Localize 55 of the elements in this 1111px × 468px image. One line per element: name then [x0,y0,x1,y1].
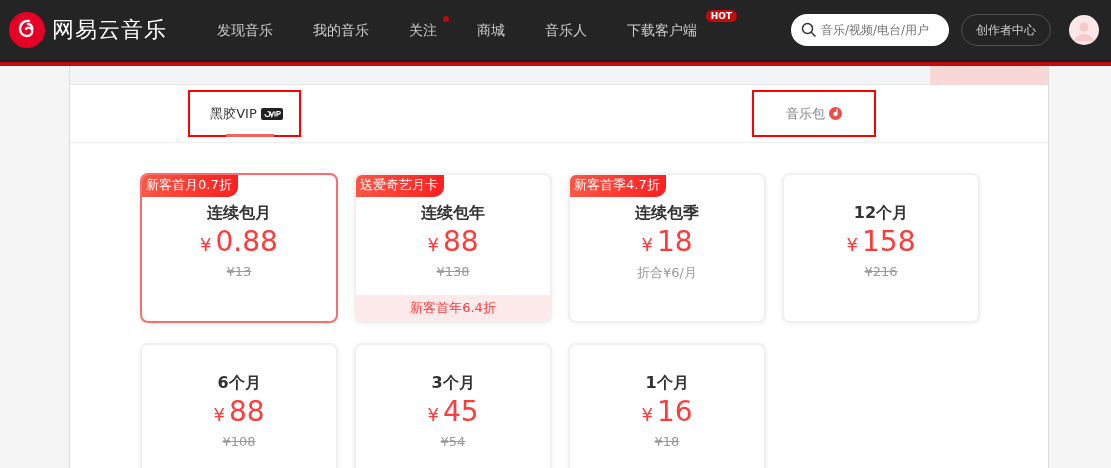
original-price: ¥13 [226,264,252,279]
original-price: ¥108 [222,434,256,449]
original-price: ¥18 [654,434,680,449]
currency-symbol: ¥ [427,404,439,425]
search-field[interactable]: 音乐/视频/电台/用户 [791,14,949,46]
disc-icon [828,107,842,120]
price-value: 88 [228,395,265,428]
brand-name[interactable]: 网易云音乐 [52,15,167,45]
currency-symbol: ¥ [846,234,858,255]
nav-link[interactable]: 音乐人 [539,22,593,40]
currency-symbol: ¥ [200,234,212,255]
monthly-price: 折合¥6/月 [637,264,697,282]
nav-link[interactable]: 下载客户端 [621,22,703,40]
plan-card[interactable]: 新客首季4.7折 连续包季 ¥18 折合¥6/月 [568,173,766,323]
original-price: ¥138 [436,264,470,279]
plan-title: 12个月 [853,203,909,224]
currency-symbol: ¥ [641,234,653,255]
plan-card[interactable]: 送爱奇艺月卡 连续包年 ¥88 ¥138 新客首年6.4折 [354,173,552,323]
tab[interactable]: 音乐包 [751,90,876,137]
plan-title: 6个月 [217,373,261,394]
currency-symbol: ¥ [427,234,439,255]
currency-symbol: ¥ [213,404,225,425]
hot-badge: HOT [705,10,737,22]
original-price: ¥216 [864,264,898,279]
price-value: 45 [442,395,479,428]
plan-title: 连续包月 [207,203,271,224]
avatar-icon[interactable] [1069,15,1099,45]
price-value: 18 [656,225,693,258]
promo-tag: 送爱奇艺月卡 [356,175,444,197]
nav-link[interactable]: 发现音乐 [211,22,279,40]
plan-title: 连续包年 [421,203,485,224]
price-value: 16 [656,395,693,428]
tab[interactable]: 黑胶VIP [188,90,301,137]
plan-card[interactable]: 6个月 ¥88 ¥108 [140,343,338,468]
price-value: 88 [442,225,479,258]
nav-link[interactable]: 商城 [471,22,511,40]
plan-card[interactable]: 新客首月0.7折 连续包月 ¥0.88 ¥13 [140,173,338,323]
nav-link[interactable]: 关注 [403,22,443,40]
original-price: ¥54 [440,434,466,449]
plan-title: 3个月 [431,373,475,394]
plan-title: 连续包季 [635,203,699,224]
plan-card[interactable]: 1个月 ¥16 ¥18 [568,343,766,468]
search-icon [801,22,817,38]
plan-card[interactable]: 3个月 ¥45 ¥54 [354,343,552,468]
promo-footer: 新客首年6.4折 [356,295,550,321]
plan-title: 1个月 [645,373,689,394]
price-value: 0.88 [215,225,278,258]
promo-tag: 新客首季4.7折 [570,175,666,197]
currency-symbol: ¥ [641,404,653,425]
logo-icon[interactable] [9,12,45,48]
price-value: 158 [862,225,916,258]
vip-badge-icon [260,107,283,120]
promo-tag: 新客首月0.7折 [142,175,238,197]
nav-link[interactable]: 我的音乐 [307,22,375,40]
plan-card[interactable]: 12个月 ¥158 ¥216 [782,173,980,323]
